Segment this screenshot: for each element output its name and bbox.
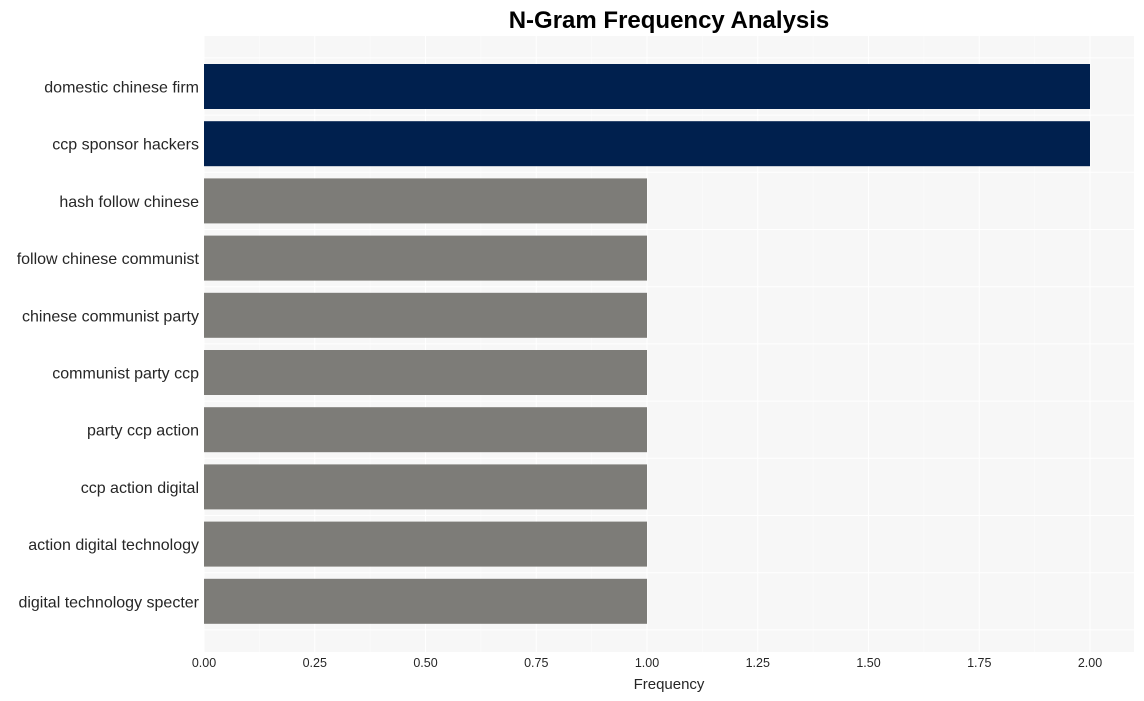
x-tick-labels: 0.00 0.25 0.50 0.75 1.00 1.25 1.50 1.75 2.00: [192, 656, 1102, 670]
y-tick-label: digital technology specter: [18, 594, 199, 611]
x-tick-label: 0.75: [524, 656, 548, 670]
x-tick-label: 1.75: [967, 656, 991, 670]
y-tick-label: communist party ccp: [52, 366, 199, 383]
y-tick-labels: domestic chinese firm ccp sponsor hackers…: [17, 80, 200, 612]
x-tick-label: 1.00: [635, 656, 659, 670]
x-tick-label: 0.00: [192, 656, 216, 670]
y-tick-label: domestic chinese firm: [44, 80, 199, 97]
bar: [204, 64, 1090, 109]
y-tick-label: party ccp action: [87, 423, 199, 440]
x-tick-label: 0.25: [303, 656, 327, 670]
x-tick-label: 1.50: [856, 656, 880, 670]
x-axis-label: Frequency: [634, 676, 705, 693]
x-tick-label: 1.25: [746, 656, 770, 670]
x-tick-label: 2.00: [1078, 656, 1102, 670]
bar: [204, 292, 647, 338]
bar: [204, 521, 647, 567]
x-tick-label: 0.50: [413, 656, 437, 670]
chart-title: N-Gram Frequency Analysis: [509, 7, 830, 34]
bar: [204, 350, 647, 395]
y-tick-label: ccp sponsor hackers: [52, 137, 199, 154]
bar: [204, 235, 647, 281]
bar: [204, 464, 647, 510]
y-tick-label: follow chinese communist: [17, 251, 200, 268]
y-tick-label: ccp action digital: [81, 480, 199, 497]
bar: [204, 578, 647, 624]
y-tick-label: action digital technology: [28, 537, 199, 554]
bar: [204, 121, 1090, 167]
ngram-bar-chart: N-Gram Frequency Analysis domestic chine…: [17, 7, 1134, 693]
y-tick-label: hash follow chinese: [59, 194, 199, 211]
bar: [204, 407, 647, 453]
y-tick-label: chinese communist party: [22, 308, 199, 325]
bar: [204, 178, 647, 224]
